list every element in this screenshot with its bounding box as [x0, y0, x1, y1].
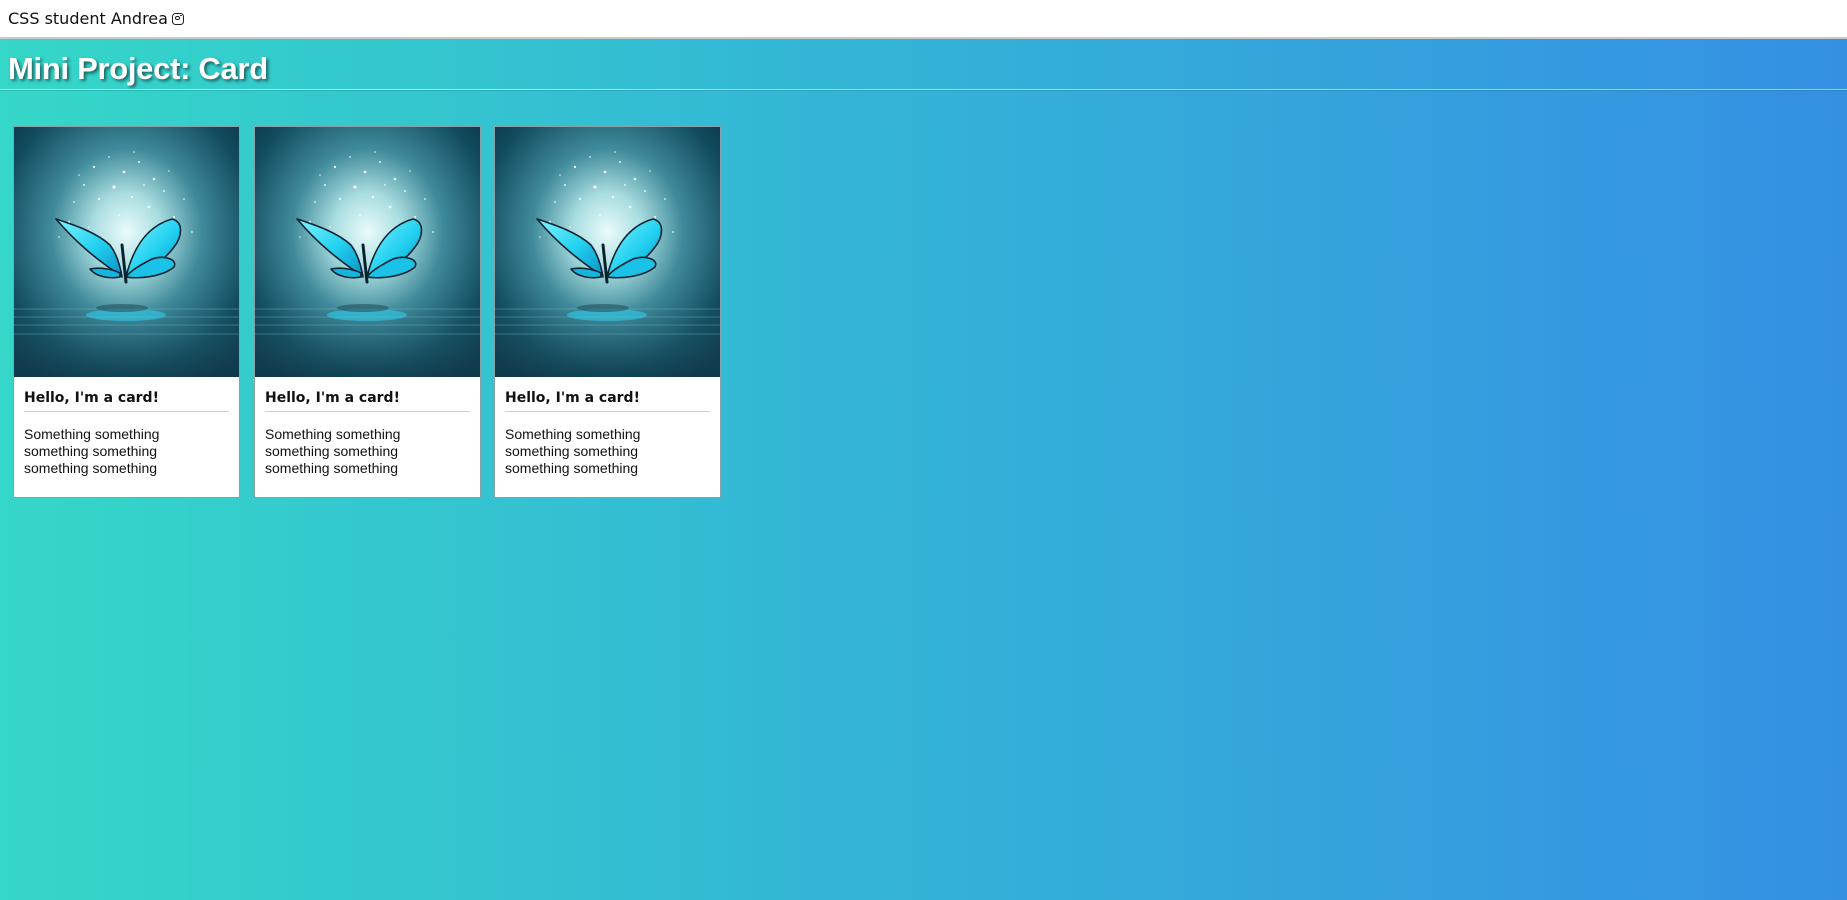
card-body: Hello, I'm a card! Something something s… [495, 377, 720, 477]
author-label: CSS student Andrea [8, 9, 168, 28]
page-title: Mini Project: Card [8, 51, 268, 86]
card-title: Hello, I'm a card! [505, 390, 710, 412]
card-title: Hello, I'm a card! [24, 390, 229, 412]
card-body: Hello, I'm a card! Something something s… [14, 377, 239, 477]
card-text: Something something something something … [505, 426, 641, 476]
card-title: Hello, I'm a card! [265, 390, 470, 412]
title-divider [0, 89, 1847, 91]
butterfly-image [255, 127, 480, 377]
card: Hello, I'm a card! Something something s… [13, 126, 240, 498]
top-bar: CSS student Andrea [0, 0, 1847, 39]
main-area: Mini Project: Card Hello, I'm a card! So… [0, 39, 1847, 900]
card-text: Something something something something … [24, 426, 160, 476]
card: Hello, I'm a card! Something something s… [494, 126, 721, 498]
instagram-icon[interactable] [171, 12, 184, 25]
butterfly-image [14, 127, 239, 377]
card: Hello, I'm a card! Something something s… [254, 126, 481, 498]
butterfly-image [495, 127, 720, 377]
card-body: Hello, I'm a card! Something something s… [255, 377, 480, 477]
card-text: Something something something something … [265, 426, 401, 476]
